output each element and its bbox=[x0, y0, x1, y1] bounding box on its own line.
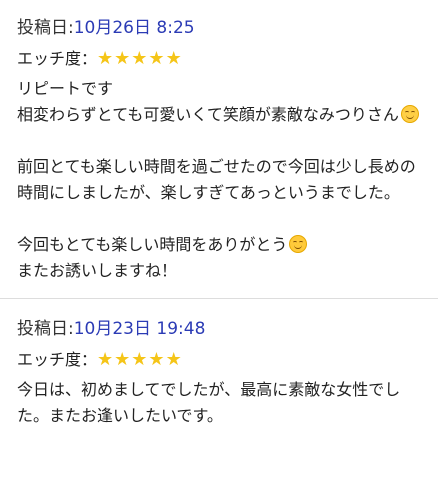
post-date-value: 10月26日 8:25 bbox=[73, 18, 195, 38]
review-list: 投稿日:10月26日 8:25 エッチ度：★★★★★ リピートです 相変わらずと… bbox=[0, 0, 438, 443]
post-date-line: 投稿日:10月23日 19:48 bbox=[17, 317, 420, 341]
rating-line: エッチ度：★★★★★ bbox=[17, 348, 420, 372]
rating-label: エッチ度： bbox=[17, 350, 98, 369]
review-item: 投稿日:10月23日 19:48 エッチ度：★★★★★ 今日は、初めましてでした… bbox=[0, 298, 438, 443]
post-date-label: 投稿日: bbox=[17, 18, 74, 38]
post-date-line: 投稿日:10月26日 8:25 bbox=[17, 16, 420, 40]
relieved-face-icon bbox=[400, 105, 419, 123]
rating-label: エッチ度： bbox=[17, 49, 98, 68]
review-text-line: またお誘いしますね！ bbox=[17, 261, 178, 280]
post-date-value: 10月23日 19:48 bbox=[73, 319, 206, 339]
review-text-line: 前回とても楽しい時間を過ごせたので今回は少し長めの時間にしましたが、楽しすぎてあ… bbox=[17, 157, 416, 202]
smiling-face-icon bbox=[289, 235, 308, 253]
review-text-span: 相変わらずとても可愛いくて笑顔が素敵なみつりさん bbox=[17, 105, 399, 124]
review-text-span: 今回もとても楽しい時間をありがとう bbox=[17, 235, 288, 254]
review-text-line: 今日は、初めましてでしたが、最高に素敵な女性でした。またお逢いしたいです。 bbox=[17, 380, 401, 425]
post-date-label: 投稿日: bbox=[17, 319, 74, 339]
star-rating: ★★★★★ bbox=[97, 48, 183, 69]
review-text-line: リピートです bbox=[17, 79, 114, 98]
review-body: リピートです 相変わらずとても可愛いくて笑顔が素敵なみつりさん 前回とても楽しい… bbox=[17, 76, 420, 284]
rating-line: エッチ度：★★★★★ bbox=[17, 47, 420, 71]
star-rating: ★★★★★ bbox=[97, 349, 183, 370]
review-text-line: 相変わらずとても可愛いくて笑顔が素敵なみつりさん bbox=[17, 102, 420, 128]
review-item: 投稿日:10月26日 8:25 エッチ度：★★★★★ リピートです 相変わらずと… bbox=[0, 0, 438, 298]
review-body: 今日は、初めましてでしたが、最高に素敵な女性でした。またお逢いしたいです。 bbox=[17, 377, 420, 429]
review-text-line: 今回もとても楽しい時間をありがとう bbox=[17, 232, 420, 258]
